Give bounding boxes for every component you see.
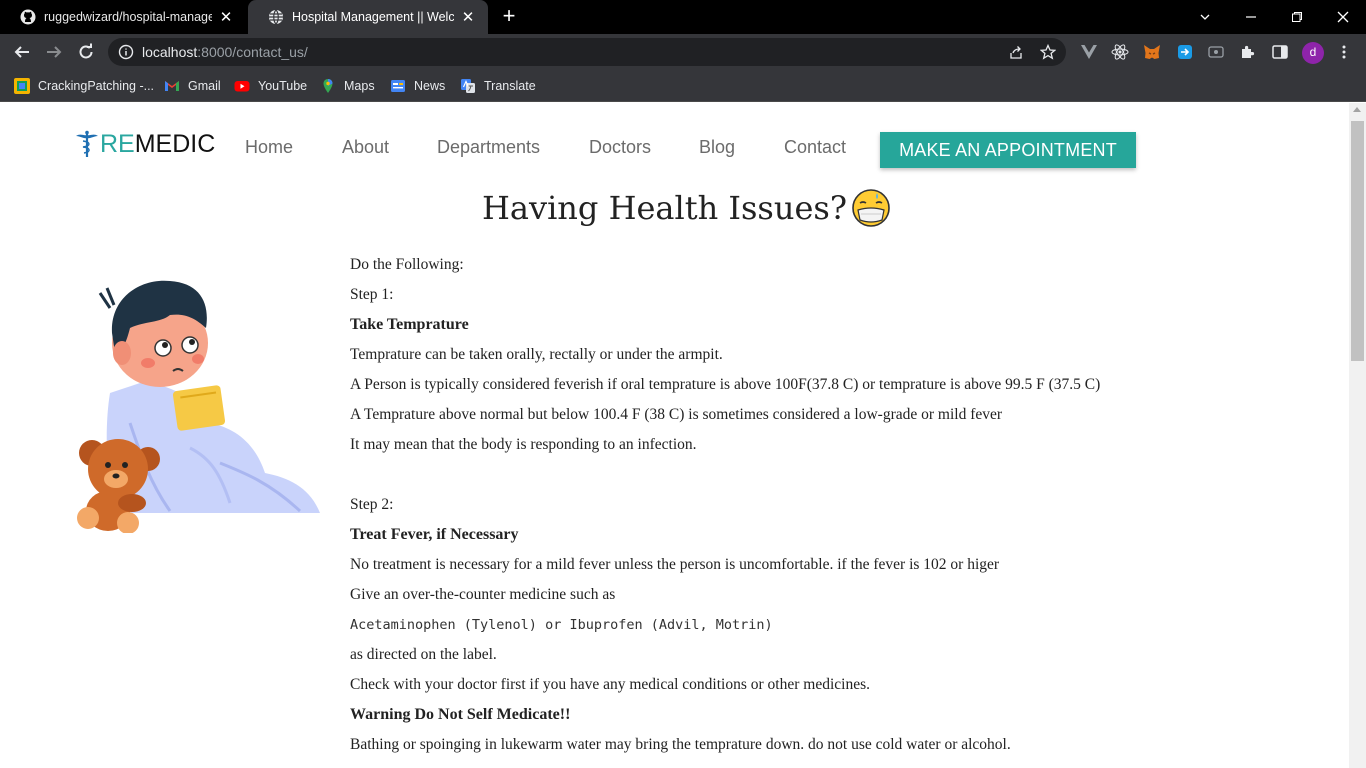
scroll-up-arrow-icon[interactable] bbox=[1353, 107, 1361, 112]
heading-text: Having Health Issues? bbox=[482, 189, 847, 227]
bookmark-news[interactable]: News bbox=[390, 77, 445, 95]
bookmark-maps[interactable]: Maps bbox=[320, 77, 375, 95]
step-title: Treat Fever, if Necessary bbox=[350, 526, 519, 543]
bookmark-translate[interactable]: Translate bbox=[460, 77, 536, 95]
paragraph-line: No treatment is necessary for a mild fev… bbox=[350, 556, 1000, 573]
tab-github[interactable]: ruggedwizard/hospital-managen ✕ bbox=[0, 0, 246, 34]
share-icon[interactable] bbox=[1008, 44, 1024, 60]
profile-avatar[interactable]: d bbox=[1302, 42, 1324, 64]
step-label: Step 2: bbox=[350, 496, 394, 513]
intro-text: Do the Following: bbox=[350, 256, 464, 273]
caduceus-icon bbox=[76, 130, 98, 157]
maps-icon bbox=[323, 79, 333, 93]
bookmark-star-icon[interactable] bbox=[1039, 43, 1057, 60]
tab-title: Hospital Management || Welcom bbox=[292, 10, 454, 24]
site-logo[interactable]: RE MEDIC bbox=[74, 128, 215, 160]
page-heading: Having Health Issues? bbox=[482, 188, 891, 228]
translate-icon bbox=[461, 79, 475, 93]
bookmark-youtube[interactable]: YouTube bbox=[234, 77, 307, 95]
paragraph-line: Bathing or spoinging in lukewarm water m… bbox=[350, 736, 1011, 753]
vue-devtools-icon[interactable] bbox=[1080, 43, 1098, 61]
logo-text-medic: MEDIC bbox=[134, 129, 216, 158]
gmail-icon bbox=[165, 81, 179, 91]
nav-home[interactable]: Home bbox=[245, 137, 293, 158]
metamask-icon[interactable] bbox=[1143, 43, 1161, 61]
youtube-icon bbox=[234, 81, 250, 92]
bookmark-label: CrackingPatching -... bbox=[38, 79, 155, 93]
github-icon bbox=[20, 9, 36, 25]
nav-contact[interactable]: Contact bbox=[784, 137, 846, 158]
chrome-menu-icon[interactable] bbox=[1335, 43, 1353, 61]
bookmark-label: YouTube bbox=[258, 79, 308, 93]
paragraph-line: Give an over-the-counter medicine such a… bbox=[350, 586, 616, 603]
window-close-icon[interactable] bbox=[1320, 0, 1366, 34]
page-scrollbar[interactable] bbox=[1349, 103, 1366, 768]
url-path: :8000/contact_us/ bbox=[197, 44, 308, 60]
bookmark-label: Translate bbox=[484, 79, 536, 93]
paragraph-line: A Person is typically considered feveris… bbox=[350, 376, 1101, 393]
back-arrow-icon[interactable] bbox=[10, 40, 34, 64]
address-bar[interactable]: localhost:8000/contact_us/ bbox=[108, 38, 1066, 66]
news-icon bbox=[391, 80, 405, 92]
web-page: RE MEDIC Home About Departments Doctors B… bbox=[0, 103, 1349, 768]
nav-departments[interactable]: Departments bbox=[437, 137, 540, 158]
tab-strip: ruggedwizard/hospital-managen ✕ Hospital… bbox=[0, 0, 1366, 34]
sick-child-illustration bbox=[70, 273, 325, 534]
reload-icon[interactable] bbox=[74, 40, 98, 64]
paragraph-line: It may mean that the body is responding … bbox=[350, 436, 697, 453]
extension-card-icon[interactable] bbox=[1207, 43, 1225, 61]
instructions-content: Do the Following: Step 1: Take Tempratur… bbox=[350, 255, 1340, 765]
globe-icon bbox=[268, 9, 284, 25]
bookmark-gmail[interactable]: Gmail bbox=[164, 77, 221, 95]
new-tab-plus-icon[interactable]: + bbox=[498, 5, 520, 28]
medicine-names: Acetaminophen (Tylenol) or Ibuprofen (Ad… bbox=[350, 617, 773, 633]
close-icon[interactable]: ✕ bbox=[460, 9, 476, 26]
step-label: Step 1: bbox=[350, 286, 394, 303]
restore-icon[interactable] bbox=[1274, 0, 1320, 34]
bookmark-label: News bbox=[414, 79, 446, 93]
bookmark-label: Maps bbox=[344, 79, 375, 93]
tab-title: ruggedwizard/hospital-managen bbox=[44, 10, 212, 24]
warning-text: Warning Do Not Self Medicate!! bbox=[350, 706, 571, 723]
sick-face-emoji-icon bbox=[852, 189, 890, 227]
close-icon[interactable]: ✕ bbox=[218, 9, 234, 26]
minimize-icon[interactable] bbox=[1228, 0, 1274, 34]
side-panel-icon[interactable] bbox=[1271, 43, 1289, 61]
site-info-icon[interactable] bbox=[118, 44, 134, 60]
extension-blue-icon[interactable] bbox=[1176, 43, 1194, 61]
paragraph-line: as directed on the label. bbox=[350, 646, 497, 663]
url-host: localhost bbox=[142, 44, 198, 60]
tab-search-chevron-icon[interactable] bbox=[1182, 0, 1228, 34]
forward-arrow-icon[interactable] bbox=[42, 40, 66, 64]
nav-doctors[interactable]: Doctors bbox=[589, 137, 651, 158]
extensions-puzzle-icon[interactable] bbox=[1239, 43, 1257, 61]
crackingpatching-icon bbox=[14, 78, 30, 94]
tab-hospital-management[interactable]: Hospital Management || Welcom ✕ bbox=[248, 0, 488, 34]
bookmark-crackingpatching[interactable]: CrackingPatching -... bbox=[14, 77, 154, 95]
scrollbar-thumb[interactable] bbox=[1351, 121, 1364, 361]
url-text: localhost:8000/contact_us/ bbox=[142, 44, 308, 60]
step-title: Take Temprature bbox=[350, 316, 469, 333]
react-devtools-icon[interactable] bbox=[1111, 43, 1129, 61]
bookmarks-bar: CrackingPatching -... Gmail YouTube Maps… bbox=[0, 70, 1366, 102]
bookmark-label: Gmail bbox=[188, 79, 221, 93]
paragraph-line: A Temprature above normal but below 100.… bbox=[350, 406, 1003, 423]
paragraph-line: Temprature can be taken orally, rectally… bbox=[350, 346, 723, 363]
paragraph-line: Check with your doctor first if you have… bbox=[350, 676, 870, 693]
nav-blog[interactable]: Blog bbox=[699, 137, 735, 158]
make-appointment-button[interactable]: MAKE AN APPOINTMENT bbox=[880, 132, 1136, 168]
nav-about[interactable]: About bbox=[342, 137, 389, 158]
logo-text-re: RE bbox=[100, 129, 135, 158]
